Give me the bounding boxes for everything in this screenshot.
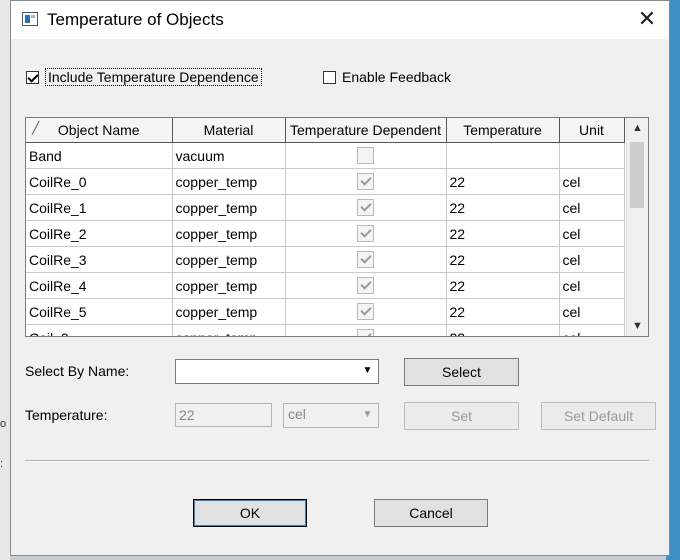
background-text-fragment: o — [0, 418, 7, 430]
title-bar: Temperature of Objects ✕ — [11, 1, 669, 39]
column-header-object-name[interactable]: ╱ Object Name — [26, 118, 173, 143]
include-temperature-dependence-checkbox[interactable]: Include Temperature Dependence — [26, 67, 262, 87]
cell-material[interactable]: copper_temp — [172, 246, 286, 273]
temperature-dependent-checkbox[interactable] — [357, 277, 374, 294]
scrollbar-thumb[interactable] — [630, 142, 644, 208]
cell-unit[interactable]: cel — [559, 298, 625, 325]
cell-temperature[interactable]: 22 — [446, 324, 560, 336]
cell-temperature[interactable]: 22 — [446, 168, 560, 195]
checkbox-checked-icon[interactable] — [26, 70, 39, 84]
select-button[interactable]: Select — [404, 358, 519, 386]
temperature-input[interactable]: 22 — [175, 403, 272, 427]
separator — [25, 460, 649, 462]
cell-unit[interactable]: cel — [559, 272, 625, 299]
dropdown-arrow-icon[interactable]: ▼ — [359, 406, 376, 425]
cell-material[interactable]: copper_temp — [172, 194, 286, 221]
temperature-dependent-checkbox[interactable] — [357, 173, 374, 190]
temperature-unit-combo[interactable]: cel ▼ — [283, 403, 379, 428]
table-row[interactable]: CoilRe_5 copper_temp 22 cel — [26, 298, 625, 325]
column-header-temperature-dependent[interactable]: Temperature Dependent — [285, 118, 447, 143]
column-header-temperature[interactable]: Temperature — [446, 118, 560, 143]
close-icon[interactable]: ✕ — [635, 7, 659, 31]
column-header-unit[interactable]: Unit — [559, 118, 625, 143]
table-row[interactable]: Coil_0 copper_temp 22 cel — [26, 324, 625, 336]
column-header-material[interactable]: Material — [172, 118, 286, 143]
cancel-button[interactable]: Cancel — [374, 499, 488, 527]
temperature-dependent-checkbox[interactable] — [357, 199, 374, 216]
temperature-dependent-checkbox[interactable] — [357, 303, 374, 320]
cell-material[interactable]: copper_temp — [172, 298, 286, 325]
temperature-dependent-checkbox[interactable] — [357, 251, 374, 268]
table-row[interactable]: CoilRe_3 copper_temp 22 cel — [26, 246, 625, 273]
cell-unit[interactable] — [559, 142, 625, 169]
cell-object-name[interactable]: CoilRe_4 — [26, 272, 173, 299]
enable-feedback-label: Enable Feedback — [342, 69, 451, 85]
temperature-dependent-checkbox[interactable] — [357, 147, 374, 164]
cell-material[interactable]: copper_temp — [172, 324, 286, 336]
sort-indicator-icon: ╱ — [32, 121, 40, 135]
app-window-icon — [22, 12, 38, 26]
cell-material[interactable]: vacuum — [172, 142, 286, 169]
grid-vertical-scrollbar[interactable]: ▲ ▼ — [626, 118, 648, 336]
table-row[interactable]: CoilRe_2 copper_temp 22 cel — [26, 220, 625, 247]
table-header-row: ╱ Object Name Material Temperature Depend… — [26, 118, 625, 143]
checkbox-unchecked-icon[interactable] — [323, 70, 336, 84]
temperature-dialog: Temperature of Objects ✕ Include Tempera… — [10, 0, 670, 556]
cell-object-name[interactable]: CoilRe_2 — [26, 220, 173, 247]
table-row[interactable]: CoilRe_4 copper_temp 22 cel — [26, 272, 625, 299]
cell-object-name[interactable]: Band — [26, 142, 173, 169]
dialog-title: Temperature of Objects — [47, 10, 224, 29]
dropdown-arrow-icon[interactable]: ▼ — [359, 362, 376, 381]
cell-unit[interactable]: cel — [559, 194, 625, 221]
objects-grid: ╱ Object Name Material Temperature Depend… — [25, 117, 649, 337]
cell-unit[interactable]: cel — [559, 324, 625, 336]
temperature-dependent-checkbox[interactable] — [357, 329, 374, 336]
select-by-name-combo[interactable]: ▼ — [175, 359, 379, 384]
cell-unit[interactable]: cel — [559, 220, 625, 247]
temperature-unit-value: cel — [288, 406, 306, 422]
background-text-fragment: : — [0, 458, 4, 470]
objects-table: ╱ Object Name Material Temperature Depend… — [26, 118, 625, 336]
scroll-up-icon[interactable]: ▲ — [627, 118, 648, 138]
cell-temperature[interactable]: 22 — [446, 194, 560, 221]
set-button[interactable]: Set — [404, 402, 519, 430]
set-default-button[interactable]: Set Default — [541, 402, 656, 430]
cell-material[interactable]: copper_temp — [172, 220, 286, 247]
cell-object-name[interactable]: CoilRe_3 — [26, 246, 173, 273]
table-row[interactable]: Band vacuum — [26, 142, 625, 169]
table-row[interactable]: CoilRe_0 copper_temp 22 cel — [26, 168, 625, 195]
temperature-dependent-checkbox[interactable] — [357, 225, 374, 242]
cell-temperature[interactable]: 22 — [446, 220, 560, 247]
background-window-left — [0, 0, 10, 560]
cell-temperature[interactable] — [446, 142, 560, 169]
enable-feedback-checkbox[interactable]: Enable Feedback — [323, 67, 451, 87]
scroll-down-icon[interactable]: ▼ — [627, 316, 648, 336]
cell-temperature[interactable]: 22 — [446, 246, 560, 273]
cell-object-name[interactable]: CoilRe_0 — [26, 168, 173, 195]
cell-unit[interactable]: cel — [559, 168, 625, 195]
cell-material[interactable]: copper_temp — [172, 272, 286, 299]
cell-temperature[interactable]: 22 — [446, 298, 560, 325]
cell-temperature[interactable]: 22 — [446, 272, 560, 299]
cell-unit[interactable]: cel — [559, 246, 625, 273]
include-temperature-dependence-label: Include Temperature Dependence — [45, 68, 262, 86]
cell-object-name[interactable]: CoilRe_1 — [26, 194, 173, 221]
select-by-name-label: Select By Name: — [25, 363, 130, 379]
cell-material[interactable]: copper_temp — [172, 168, 286, 195]
table-row[interactable]: CoilRe_1 copper_temp 22 cel — [26, 194, 625, 221]
ok-button[interactable]: OK — [193, 499, 307, 527]
cell-object-name[interactable]: Coil_0 — [26, 324, 173, 336]
cell-object-name[interactable]: CoilRe_5 — [26, 298, 173, 325]
temperature-label: Temperature: — [25, 407, 108, 423]
